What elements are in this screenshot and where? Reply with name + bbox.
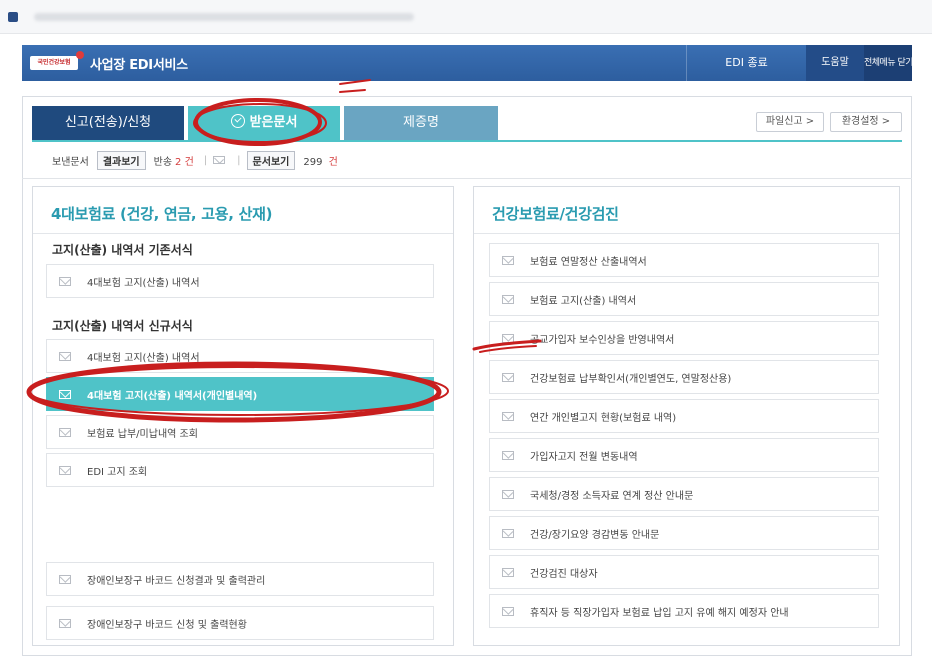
env-settings-button[interactable]: 환경설정 > xyxy=(830,112,902,132)
envelope-icon xyxy=(59,351,71,361)
tab-received-docs[interactable]: 받은문서 xyxy=(188,106,340,140)
list-item[interactable]: 건강검진 대상자 xyxy=(489,555,879,589)
help-button[interactable]: 도움말 xyxy=(806,45,864,81)
envelope-icon xyxy=(502,411,514,421)
divider xyxy=(22,178,912,179)
returned-count: 2 건 xyxy=(175,156,194,168)
list-item-selected[interactable]: 4대보험 고지(산출) 내역서(개인별내역) xyxy=(46,377,434,411)
nhis-logo: 국민건강보험 xyxy=(30,56,78,70)
doc-count: 299 건 xyxy=(303,156,338,168)
check-circle-icon xyxy=(230,114,245,128)
list-item[interactable]: 건강/장기요양 경감변동 안내문 xyxy=(489,516,879,550)
tab-certificates[interactable]: 제증명 xyxy=(344,106,498,140)
close-all-menu-button[interactable]: 전체메뉴 닫기 xyxy=(864,45,914,81)
list-item[interactable]: 보험료 고지(산출) 내역서 xyxy=(489,282,879,316)
logo-mark-icon xyxy=(76,51,84,59)
doc-view-button[interactable]: 문서보기 xyxy=(246,150,296,170)
envelope-icon xyxy=(502,528,514,538)
list-item[interactable]: 연간 개인별고지 현황(보험료 내역) xyxy=(489,399,879,433)
envelope-icon xyxy=(502,294,514,304)
envelope-icon xyxy=(59,276,71,286)
service-title: 사업장 EDI서비스 xyxy=(90,58,188,73)
envelope-icon xyxy=(502,333,514,343)
sent-docs-label: 보낸문서 xyxy=(52,156,89,168)
list-item[interactable]: EDI 고지 조회 xyxy=(46,453,434,487)
envelope-icon xyxy=(59,389,71,399)
envelope-icon xyxy=(59,427,71,437)
list-item[interactable]: 보험료 연말정산 산출내역서 xyxy=(489,243,879,277)
list-item[interactable]: 건강보험료 납부확인서(개인별연도, 연말정산용) xyxy=(489,360,879,394)
file-report-button[interactable]: 파일신고 > xyxy=(756,112,824,132)
divider xyxy=(33,233,453,234)
list-item[interactable]: 장애인보장구 바코드 신청 및 출력현황 xyxy=(46,606,434,640)
list-item[interactable]: 4대보험 고지(산출) 내역서 xyxy=(46,264,434,298)
returned-label: 반송 xyxy=(153,156,173,168)
envelope-icon xyxy=(59,618,71,628)
list-item[interactable]: 가입자고지 전월 변동내역 xyxy=(489,438,879,472)
list-item[interactable]: 장애인보장구 바코드 신청결과 및 출력관리 xyxy=(46,562,434,596)
group-new-format: 고지(산출) 내역서 신규서식 xyxy=(52,319,193,333)
envelope-icon xyxy=(502,450,514,460)
envelope-icon xyxy=(502,255,514,265)
doc-status-bar: 보낸문서 결과보기 반송 2 건 | | 문서보기 299 건 xyxy=(52,150,342,170)
list-item[interactable]: 국세청/경정 소득자료 연계 정산 안내문 xyxy=(489,477,879,511)
envelope-icon xyxy=(502,372,514,382)
app-icon xyxy=(8,12,18,22)
tab-send-apply[interactable]: 신고(전송)/신청 xyxy=(32,106,184,140)
list-item[interactable]: 4대보험 고지(산출) 내역서 xyxy=(46,339,434,373)
window-title-bar xyxy=(0,0,932,34)
result-view-button[interactable]: 결과보기 xyxy=(96,150,146,170)
list-item[interactable]: 보험료 납부/미납내역 조회 xyxy=(46,415,434,449)
list-item[interactable]: 휴직자 등 직장가입자 보험료 납입 고지 유예 해지 예정자 안내 xyxy=(489,594,879,628)
tab-received-label: 받은문서 xyxy=(249,115,298,130)
group-existing-format: 고지(산출) 내역서 기존서식 xyxy=(52,243,193,257)
envelope-icon xyxy=(502,567,514,577)
separator: | xyxy=(203,154,208,166)
envelope-icon xyxy=(213,156,226,164)
envelope-icon xyxy=(59,574,71,584)
blurred-address-bar xyxy=(34,13,414,21)
envelope-icon xyxy=(502,606,514,616)
separator: | xyxy=(237,154,241,166)
app-header: 국민건강보험 사업장 EDI서비스 EDI 종료 도움말 전체메뉴 닫기 xyxy=(22,45,914,81)
four-insurance-title: 4대보험료 (건강, 연금, 고용, 산재) xyxy=(51,205,273,223)
list-item[interactable]: 공교가입자 보수인상을 반영내역서 xyxy=(489,321,879,355)
tab-underline xyxy=(32,140,902,142)
envelope-icon xyxy=(502,489,514,499)
envelope-icon xyxy=(59,465,71,475)
edi-end-button[interactable]: EDI 종료 xyxy=(686,45,806,81)
health-insurance-title: 건강보험료/건강검진 xyxy=(492,205,619,223)
divider xyxy=(474,233,899,234)
